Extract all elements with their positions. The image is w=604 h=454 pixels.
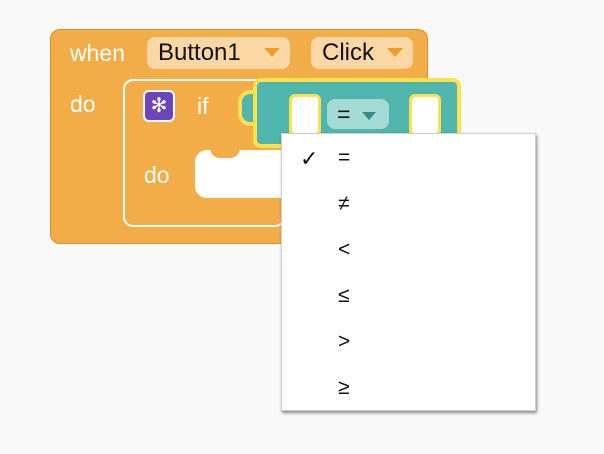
menu-item-label: ≥ — [338, 376, 350, 399]
chevron-down-icon — [387, 48, 403, 57]
menu-item-greater-than[interactable]: > — [282, 320, 535, 364]
left-operand-socket[interactable] — [289, 94, 321, 136]
if-do-statement-slot — [195, 150, 295, 198]
component-label: Button1 — [158, 39, 241, 66]
menu-item-greater-or-equal[interactable]: ≥ — [282, 366, 535, 410]
operator-label: = — [337, 101, 351, 127]
menu-item-label: ≤ — [338, 284, 350, 307]
menu-item-not-equal[interactable]: ≠ — [282, 182, 535, 226]
menu-item-label: ≠ — [338, 192, 350, 215]
event-label: Click — [322, 39, 374, 66]
when-keyword: when — [70, 40, 125, 66]
menu-item-less-than[interactable]: < — [282, 228, 535, 272]
if-do-keyword: do — [144, 162, 170, 188]
do-keyword: do — [70, 91, 96, 117]
menu-item-label: > — [338, 330, 351, 353]
statement-notch — [210, 146, 240, 158]
menu-item-equal[interactable]: ✓ = — [282, 136, 535, 180]
menu-item-label: < — [338, 238, 351, 261]
menu-item-label: = — [338, 146, 351, 169]
menu-item-less-or-equal[interactable]: ≤ — [282, 274, 535, 318]
gear-icon[interactable]: ✻ — [143, 90, 175, 122]
right-operand-socket[interactable] — [409, 94, 441, 136]
check-icon: ✓ — [300, 146, 319, 171]
chevron-down-icon — [264, 48, 280, 57]
chevron-down-icon — [362, 112, 376, 120]
operator-dropdown-menu: ✓ = ≠ < ≤ > ≥ — [281, 133, 536, 411]
if-keyword: if — [197, 93, 209, 119]
